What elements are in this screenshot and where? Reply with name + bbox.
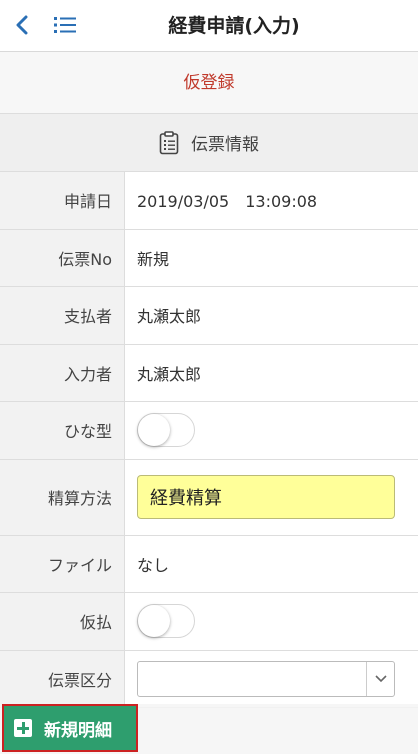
form-row-advance-payment: 仮払: [0, 593, 418, 651]
field-label: 入力者: [0, 344, 125, 401]
field-label: ファイル: [0, 535, 125, 592]
section-title: 伝票情報: [191, 135, 259, 155]
back-button[interactable]: [8, 11, 36, 39]
file-value[interactable]: なし: [125, 535, 418, 592]
toggle-knob: [138, 414, 170, 447]
chevron-left-icon: [16, 15, 28, 35]
field-label: 伝票区分: [0, 650, 125, 707]
navigation-bar: 経費申請(入力): [0, 0, 418, 52]
list-icon: [54, 17, 76, 33]
field-label: 仮払: [0, 593, 125, 650]
form-row-entered-by: 入力者 丸瀬太郎: [0, 344, 418, 402]
template-toggle[interactable]: [137, 413, 195, 448]
form-row-application-date: 申請日 2019/03/05 13:09:08: [0, 172, 418, 230]
form-row-slip-category: 伝票区分: [0, 650, 418, 708]
new-detail-label: 新規明細: [44, 720, 112, 741]
form-row-payer: 支払者 丸瀬太郎: [0, 287, 418, 345]
plus-icon: [14, 719, 32, 737]
form-row-file: ファイル なし: [0, 535, 418, 593]
new-detail-button[interactable]: 新規明細: [2, 704, 138, 752]
payer-value[interactable]: 丸瀬太郎: [125, 287, 418, 344]
menu-button[interactable]: [51, 11, 79, 39]
form-row-slip-no: 伝票No 新規: [0, 229, 418, 287]
field-label: 申請日: [0, 172, 125, 229]
entered-by-value: 丸瀬太郎: [125, 344, 418, 401]
page-title: 経費申請(入力): [168, 15, 300, 37]
settlement-method-field[interactable]: 経費精算: [137, 475, 395, 519]
field-label: 精算方法: [0, 459, 125, 535]
slip-form: 申請日 2019/03/05 13:09:08 伝票No 新規 支払者 丸瀬太郎…: [0, 172, 418, 708]
application-date-value: 2019/03/05 13:09:08: [125, 172, 418, 229]
slip-no-value: 新規: [125, 229, 418, 286]
field-label: ひな型: [0, 402, 125, 459]
section-header: 伝票情報: [0, 114, 418, 172]
form-row-settlement-method: 精算方法 経費精算: [0, 459, 418, 536]
advance-payment-toggle[interactable]: [137, 604, 195, 639]
slip-category-select[interactable]: [137, 660, 395, 697]
clipboard-icon: [159, 130, 179, 155]
status-banner: 仮登録: [0, 52, 418, 114]
toggle-knob: [138, 605, 170, 638]
field-label: 支払者: [0, 287, 125, 344]
form-row-template: ひな型: [0, 402, 418, 460]
field-label: 伝票No: [0, 229, 125, 286]
chevron-down-icon[interactable]: [366, 661, 394, 696]
